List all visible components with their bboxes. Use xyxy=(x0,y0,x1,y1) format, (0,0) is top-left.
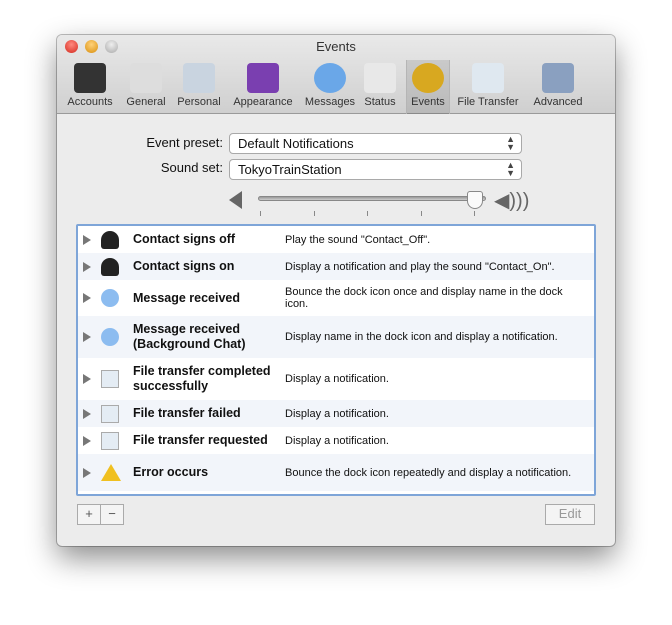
sound-set-label: Sound set: xyxy=(160,160,223,175)
event-description: Display a notification. xyxy=(285,434,389,447)
chat-bubble-icon xyxy=(101,328,119,346)
status-icon xyxy=(364,63,396,93)
event-name: Error occurs xyxy=(133,465,209,479)
event-description: Play the sound "Contact_Off". xyxy=(285,233,431,246)
toolbar-item-label: General xyxy=(126,96,166,108)
event-description: Display name in the dock icon and displa… xyxy=(285,331,558,343)
stepper-arrows-icon: ▲ ▼ xyxy=(506,160,515,178)
bell-icon xyxy=(412,63,444,93)
slider-tick xyxy=(313,211,315,216)
remove-button[interactable]: − xyxy=(100,504,124,525)
slider-tick xyxy=(420,211,422,216)
disclosure-triangle-icon[interactable] xyxy=(83,261,91,272)
event-name: Contact signs on xyxy=(133,259,235,273)
disclosure-triangle-icon[interactable] xyxy=(83,467,91,478)
event-name: Contact signs off xyxy=(133,232,236,246)
stepper-arrows-icon: ▲ ▼ xyxy=(506,134,515,152)
disclosure-triangle-icon[interactable] xyxy=(83,293,91,303)
file-transfer-icon xyxy=(472,63,504,93)
toolbar-item-events[interactable]: Events xyxy=(406,60,450,114)
general-icon xyxy=(130,63,162,93)
slider-tick xyxy=(367,211,368,216)
file-transfer-icon xyxy=(101,370,119,388)
event-name: File transfer completed successfully xyxy=(133,364,271,393)
person-icon xyxy=(101,230,119,249)
toolbar-item-label: Events xyxy=(411,96,445,108)
volume-low-icon xyxy=(229,191,242,209)
toolbar-item-label: Status xyxy=(364,96,396,108)
toolbar-item-status[interactable]: Status xyxy=(361,60,399,114)
event-description: Display a notification. xyxy=(285,373,389,385)
preferences-window: Events Accounts General Personal Appearance… xyxy=(57,35,615,546)
slider-tick xyxy=(260,211,261,216)
personal-icon xyxy=(183,63,215,93)
person-icon xyxy=(101,257,119,276)
disclosure-triangle-icon[interactable] xyxy=(83,234,91,245)
table-row[interactable]: Contact signs off Play the sound "Contact… xyxy=(78,226,594,253)
toolbar-item-general[interactable]: General xyxy=(120,60,172,114)
disclosure-triangle-icon[interactable] xyxy=(83,435,91,446)
disclosure-triangle-icon[interactable] xyxy=(83,408,91,419)
event-preset-select[interactable]: Default Notifications ▲ ▼ xyxy=(229,133,522,154)
toolbar-item-appearance[interactable]: Appearance xyxy=(227,60,299,114)
accounts-icon xyxy=(74,63,106,93)
event-description: Display a notification. xyxy=(285,407,389,420)
event-description: Bounce the dock icon repeatedly and disp… xyxy=(285,466,572,479)
messages-icon xyxy=(314,63,346,93)
event-description: Display a notification and play the soun… xyxy=(285,260,555,273)
toolbar-item-personal[interactable]: Personal xyxy=(171,60,227,114)
slider-tick xyxy=(474,211,475,216)
event-name: File transfer requested xyxy=(133,433,268,447)
volume-slider-thumb[interactable] xyxy=(466,191,483,209)
volume-slider[interactable] xyxy=(258,196,486,201)
event-preset-value: Default Notifications xyxy=(238,136,354,151)
toolbar-item-file-transfer[interactable]: File Transfer xyxy=(450,60,526,114)
event-name: File transfer failed xyxy=(133,406,241,420)
toolbar-item-label: Personal xyxy=(177,96,221,108)
event-preset-label: Event preset: xyxy=(146,135,223,150)
table-row[interactable]: Message received (Background Chat) Displa… xyxy=(78,316,594,358)
appearance-icon xyxy=(247,63,279,93)
event-description: Bounce the dock icon once and display na… xyxy=(285,286,563,310)
add-button[interactable]: + xyxy=(77,504,101,525)
disclosure-triangle-icon[interactable] xyxy=(83,332,91,342)
toolbar-item-label: Accounts xyxy=(67,96,113,108)
volume-high-icon: ◀))) xyxy=(494,190,530,212)
table-row[interactable]: Contact signs on Display a notification a… xyxy=(78,253,594,280)
file-transfer-icon xyxy=(101,431,119,450)
toolbar-item-label: Messages xyxy=(304,96,356,108)
toolbar-item-messages[interactable]: Messages xyxy=(300,60,360,114)
table-row[interactable]: Message received Bounce the dock icon onc… xyxy=(78,280,594,316)
events-table[interactable]: Contact signs off Play the sound "Contact… xyxy=(76,224,596,496)
toolbar: Events Accounts General Personal Appearance… xyxy=(57,35,615,114)
disclosure-triangle-icon[interactable] xyxy=(83,374,91,384)
toolbar-item-label: Advanced xyxy=(533,96,583,108)
table-row[interactable]: File transfer failed Display a notificati… xyxy=(78,400,594,427)
gear-icon xyxy=(542,63,574,93)
table-row[interactable]: File transfer requested Display a notific… xyxy=(78,427,594,454)
edit-button[interactable]: Edit xyxy=(545,504,595,525)
chat-bubble-icon xyxy=(101,289,119,307)
file-transfer-icon xyxy=(101,404,119,423)
warning-icon xyxy=(101,464,121,481)
toolbar-item-advanced[interactable]: Advanced xyxy=(527,60,589,114)
sound-set-value: TokyoTrainStation xyxy=(238,162,342,177)
sound-set-select[interactable]: TokyoTrainStation ▲ ▼ xyxy=(229,159,522,180)
toolbar-item-label: File Transfer xyxy=(457,96,519,108)
event-name: Message received (Background Chat) xyxy=(133,322,246,351)
toolbar-item-accounts[interactable]: Accounts xyxy=(62,60,118,114)
table-row[interactable]: Error occurs Bounce the dock icon repeate… xyxy=(78,454,594,491)
table-row[interactable]: File transfer completed successfully Disp… xyxy=(78,358,594,400)
window-title: Events xyxy=(316,39,356,54)
toolbar-item-label: Appearance xyxy=(233,96,293,108)
event-name: Message received xyxy=(133,290,241,305)
